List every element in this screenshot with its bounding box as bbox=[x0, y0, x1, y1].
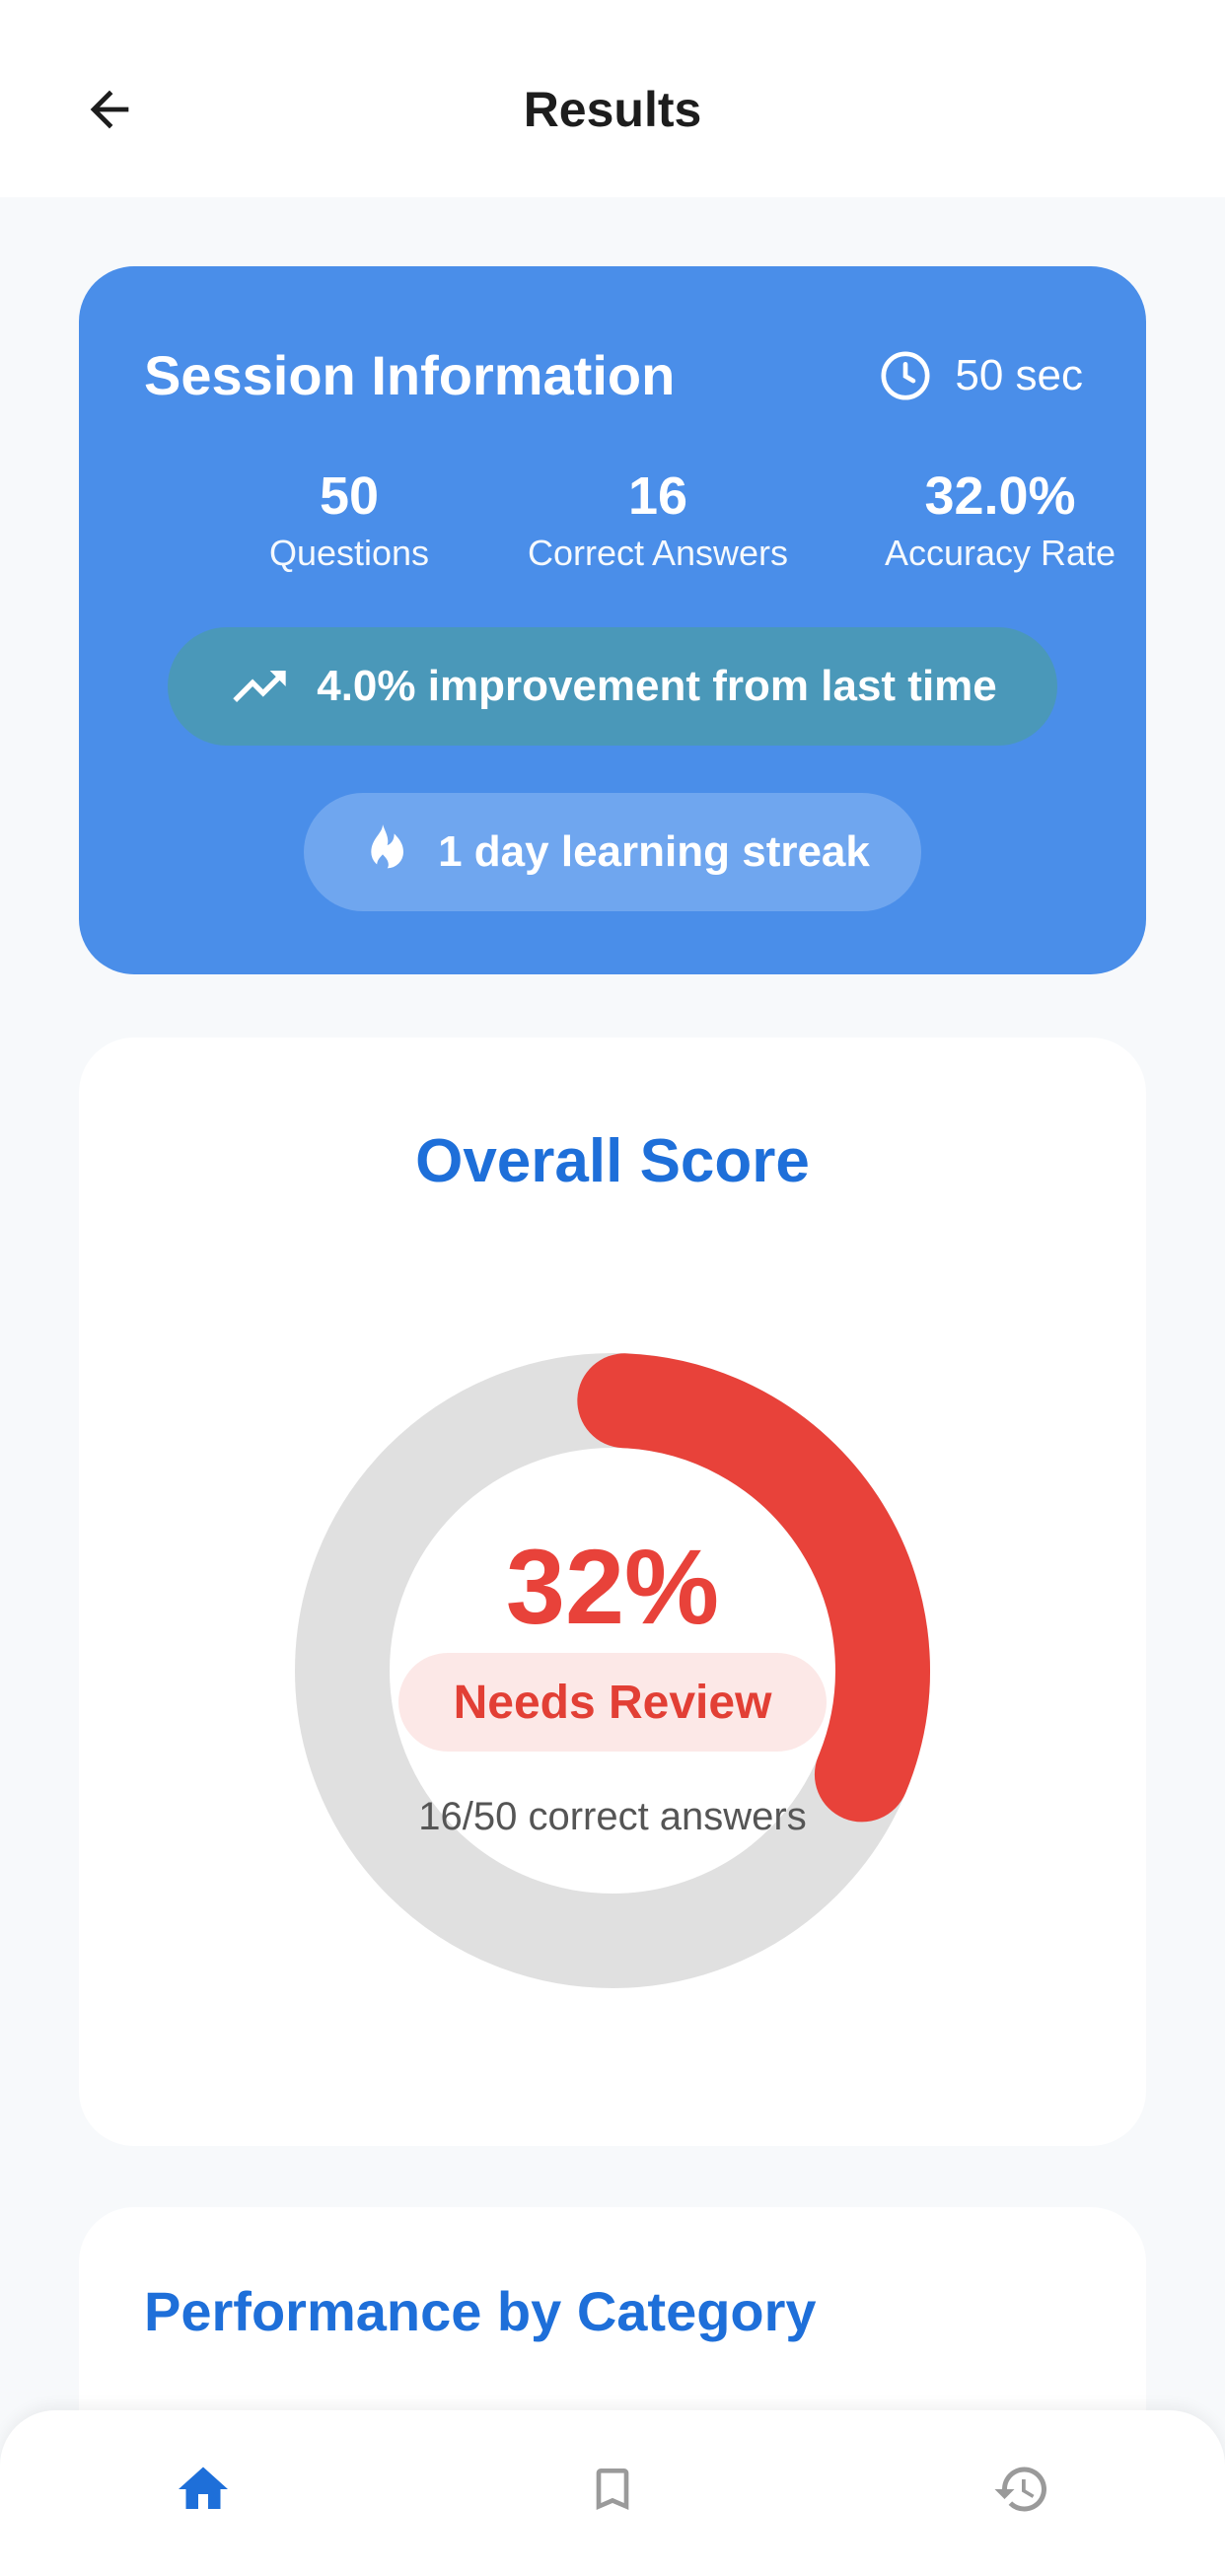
stat-label: Accuracy Rate bbox=[884, 533, 1117, 573]
stat-questions: 50 Questions bbox=[181, 464, 517, 578]
trending-up-icon bbox=[233, 671, 286, 702]
bottom-navigation bbox=[0, 2410, 1225, 2576]
correct-answers-text: 16/50 correct answers bbox=[418, 1795, 807, 1838]
session-info-card: Session Information 50 sec 50 Questions … bbox=[79, 266, 1146, 974]
improvement-pill: 4.0% improvement from last time bbox=[168, 627, 1057, 746]
home-icon bbox=[179, 2467, 228, 2509]
overall-score-card: Overall Score 32% Needs Review 16/50 cor… bbox=[79, 1038, 1146, 2146]
top-app-bar: Results bbox=[0, 0, 1225, 197]
results-screen: Results Session Information 50 sec 50 Qu… bbox=[0, 0, 1225, 2576]
performance-title: Performance by Category bbox=[144, 2280, 817, 2342]
streak-text: 1 day learning streak bbox=[438, 827, 870, 876]
nav-bookmarks[interactable] bbox=[573, 2450, 652, 2529]
streak-pill: 1 day learning streak bbox=[304, 793, 921, 911]
history-icon bbox=[994, 2467, 1046, 2512]
session-time-value: 50 sec bbox=[955, 351, 1083, 399]
clock-icon bbox=[881, 351, 930, 400]
flame-icon bbox=[371, 824, 404, 871]
stat-correct-answers: 16 Correct Answers bbox=[490, 464, 826, 578]
improvement-text: 4.0% improvement from last time bbox=[317, 662, 997, 710]
session-time: 50 sec bbox=[878, 343, 1083, 408]
status-badge: Needs Review bbox=[398, 1653, 827, 1752]
stat-value: 32.0% bbox=[924, 466, 1076, 526]
nav-history[interactable] bbox=[982, 2450, 1061, 2529]
bookmark-icon bbox=[596, 2469, 629, 2510]
stat-label: Correct Answers bbox=[527, 533, 789, 573]
score-percent: 32% bbox=[505, 1527, 720, 1646]
stat-label: Questions bbox=[268, 533, 430, 573]
nav-home[interactable] bbox=[164, 2450, 243, 2529]
stat-value: 16 bbox=[627, 466, 688, 526]
page-title: Results bbox=[523, 82, 702, 137]
stat-value: 50 bbox=[319, 466, 380, 526]
stat-accuracy-rate: 32.0% Accuracy Rate bbox=[832, 464, 1168, 578]
session-title: Session Information bbox=[144, 344, 676, 406]
